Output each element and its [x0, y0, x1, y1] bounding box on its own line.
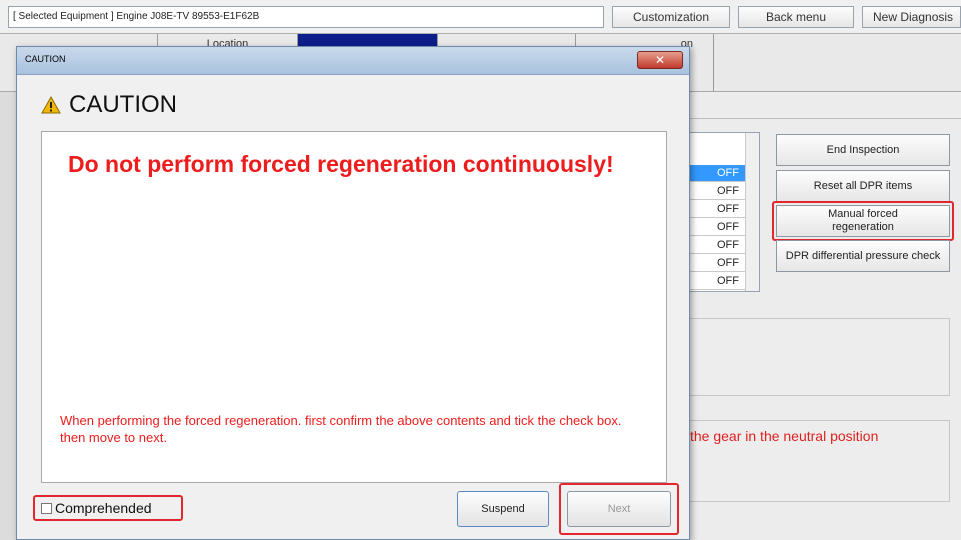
- neutral-position-text: the gear in the neutral position: [690, 428, 879, 444]
- status-cell: OFF: [689, 201, 745, 218]
- dpr-differential-pressure-check-button[interactable]: DPR differential pressure check: [776, 240, 950, 272]
- info-panel: [688, 318, 950, 396]
- main-warning-message: Do not perform forced regeneration conti…: [68, 151, 614, 177]
- highlight-manual-regeneration: [772, 201, 954, 241]
- list-scrollbar[interactable]: [745, 133, 759, 291]
- selected-equipment-field: [ Selected Equipment ] Engine J08E-TV 89…: [8, 6, 604, 28]
- back-menu-button[interactable]: Back menu: [738, 6, 854, 28]
- reset-dpr-items-button[interactable]: Reset all DPR items: [776, 170, 950, 202]
- panel-divider: [684, 118, 961, 119]
- caution-heading: CAUTION: [41, 91, 177, 119]
- customization-button[interactable]: Customization: [612, 6, 730, 28]
- caution-heading-text: CAUTION: [69, 91, 177, 118]
- dialog-title: CAUTION: [25, 54, 66, 64]
- status-list[interactable]: OFF OFF OFF OFF OFF OFF OFF: [688, 132, 760, 292]
- status-cell: OFF: [689, 165, 745, 182]
- next-button[interactable]: Next: [567, 491, 671, 527]
- new-diagnosis-button[interactable]: New Diagnosis: [862, 6, 961, 28]
- status-cell: OFF: [689, 273, 745, 290]
- dialog-title-bar[interactable]: CAUTION ✕: [17, 47, 689, 75]
- status-cell: OFF: [689, 237, 745, 254]
- comprehended-label[interactable]: Comprehended: [55, 500, 152, 516]
- comprehended-checkbox-group[interactable]: Comprehended: [33, 495, 183, 521]
- close-icon[interactable]: ✕: [637, 51, 683, 69]
- status-cell: OFF: [689, 219, 745, 236]
- status-cell: OFF: [689, 183, 745, 200]
- caution-dialog: CAUTION ✕ CAUTION Do not perform forced …: [16, 46, 690, 540]
- suspend-button[interactable]: Suspend: [457, 491, 549, 527]
- status-cell: OFF: [689, 255, 745, 272]
- instruction-message: When performing the forced regeneration.…: [60, 413, 622, 445]
- end-inspection-button[interactable]: End Inspection: [776, 134, 950, 166]
- message-area: Do not perform forced regeneration conti…: [41, 131, 667, 483]
- comprehended-checkbox[interactable]: [41, 503, 52, 514]
- warning-triangle-icon: [41, 96, 61, 114]
